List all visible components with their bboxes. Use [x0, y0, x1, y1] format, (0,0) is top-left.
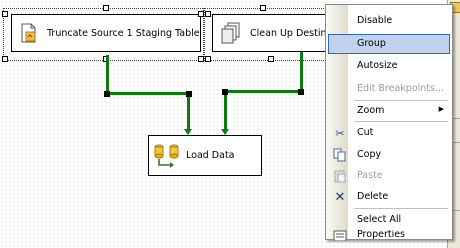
menu-item-select-all[interactable]: Select All	[328, 210, 450, 230]
task-load-data[interactable]: Load Data	[148, 135, 262, 176]
resize-handle[interactable]	[198, 56, 204, 62]
submenu-arrow-icon: ▶	[438, 105, 444, 113]
menu-item-label: Disable	[357, 15, 393, 26]
resize-handle[interactable]	[103, 5, 109, 11]
menu-item-edit-breakpoints[interactable]: Edit Breakpoints...	[328, 79, 450, 99]
context-menu: Disable Group Autosize Edit Breakpoints.…	[325, 4, 453, 241]
resize-handle[interactable]	[205, 56, 211, 62]
menu-item-cut[interactable]: ✂ Cut	[328, 123, 450, 143]
copy-icon	[333, 148, 347, 162]
connector-arrow-icon	[184, 129, 192, 135]
precedence-constraint[interactable]	[300, 52, 303, 92]
connector-point[interactable]	[104, 91, 110, 97]
resize-handle[interactable]	[260, 5, 266, 11]
precedence-constraint[interactable]	[187, 92, 190, 130]
menu-separator	[354, 121, 448, 122]
menu-item-delete[interactable]: ✕ Delete	[328, 187, 450, 207]
paste-icon	[333, 169, 347, 183]
task-cleanup-label: Clean Up Destinatio	[250, 27, 327, 39]
resize-handle[interactable]	[268, 56, 274, 62]
precedence-constraint[interactable]	[106, 92, 190, 95]
connector-point[interactable]	[186, 91, 192, 97]
execute-sql-task-icon	[20, 23, 38, 43]
menu-item-label: Delete	[357, 191, 389, 202]
menu-item-paste[interactable]: Paste	[328, 166, 450, 186]
menu-item-label: Properties	[357, 230, 406, 240]
resize-handle[interactable]	[198, 11, 204, 17]
menu-item-label: Autosize	[357, 60, 398, 71]
delete-x-icon: ✕	[334, 189, 346, 205]
precedence-constraint[interactable]	[224, 90, 303, 93]
resize-handle[interactable]	[205, 11, 211, 17]
menu-item-label: Select All	[357, 214, 402, 225]
menu-item-label: Copy	[357, 149, 382, 160]
menu-item-label: Zoom	[357, 105, 385, 116]
menu-item-autosize[interactable]: Autosize	[328, 56, 450, 76]
menu-item-label: Group	[357, 38, 386, 49]
properties-icon	[333, 230, 347, 241]
menu-item-label: Paste	[357, 170, 383, 181]
task-load-data-label: Load Data	[186, 150, 235, 161]
task-cleanup-destination[interactable]: Clean Up Destinatio	[212, 14, 328, 52]
data-flow-task-icon	[154, 143, 180, 169]
connector-arrow-icon	[221, 129, 229, 135]
menu-item-disable[interactable]: Disable	[328, 11, 450, 31]
connector-point[interactable]	[222, 89, 228, 95]
scissors-icon: ✂	[335, 126, 345, 140]
menu-item-zoom[interactable]: Zoom ▶	[328, 101, 450, 121]
task-truncate-source-staging[interactable]: Truncate Source 1 Staging Tables	[11, 14, 201, 52]
task-truncate-label: Truncate Source 1 Staging Tables	[47, 27, 201, 39]
menu-item-label: Cut	[357, 127, 374, 138]
resize-handle[interactable]	[2, 56, 8, 62]
connector-point[interactable]	[298, 89, 304, 95]
precedence-constraint[interactable]	[106, 55, 109, 92]
menu-item-copy[interactable]: Copy	[328, 145, 450, 165]
menu-item-label: Edit Breakpoints...	[357, 83, 445, 94]
file-system-task-icon	[221, 22, 241, 44]
menu-separator	[354, 208, 448, 209]
menu-item-group[interactable]: Group	[328, 34, 450, 54]
resize-handle[interactable]	[2, 11, 8, 17]
menu-item-properties[interactable]: Properties	[328, 230, 450, 241]
precedence-constraint[interactable]	[224, 90, 227, 130]
